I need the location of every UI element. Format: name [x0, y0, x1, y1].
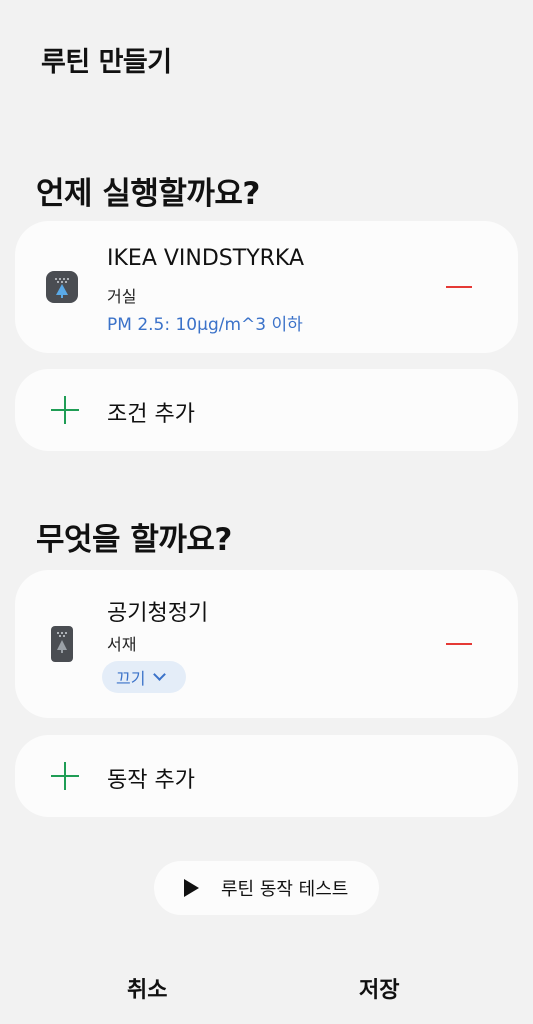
add-condition-label: 조건 추가 [107, 402, 195, 427]
add-action-label: 동작 추가 [107, 768, 195, 793]
chevron-down-icon [153, 668, 167, 681]
what-section-title: 무엇을 할까요? [36, 522, 232, 558]
action-card[interactable]: 공기청정기 서재 끄기 [15, 570, 518, 718]
device-room: 서재 [107, 635, 137, 654]
when-section-title: 언제 실행할까요? [36, 176, 260, 212]
save-button[interactable]: 저장 [359, 972, 399, 1004]
routine-test-button[interactable]: 루틴 동작 테스트 [154, 861, 379, 915]
device-room: 거실 [107, 287, 137, 306]
routine-test-label: 루틴 동작 테스트 [221, 879, 349, 900]
device-name: IKEA VINDSTYRKA [107, 246, 305, 271]
remove-action-button[interactable] [434, 624, 484, 664]
add-condition-button[interactable]: 조건 추가 [15, 369, 518, 451]
remove-condition-button[interactable] [434, 267, 484, 307]
play-icon [184, 879, 199, 897]
minus-icon [446, 286, 472, 288]
air-purifier-icon [51, 626, 73, 662]
condition-card[interactable]: IKEA VINDSTYRKA 거실 PM 2.5: 10µg/m^3 이하 [15, 221, 518, 353]
air-quality-sensor-icon [46, 271, 78, 303]
condition-text[interactable]: PM 2.5: 10µg/m^3 이하 [107, 310, 303, 335]
plus-icon [51, 762, 79, 790]
page-title: 루틴 만들기 [41, 47, 172, 78]
action-dropdown-value: 끄기 [116, 669, 146, 688]
device-name: 공기청정기 [107, 601, 209, 626]
minus-icon [446, 643, 472, 645]
cancel-button[interactable]: 취소 [127, 972, 167, 1004]
add-action-button[interactable]: 동작 추가 [15, 735, 518, 817]
action-dropdown[interactable]: 끄기 [102, 661, 186, 693]
plus-icon [51, 396, 79, 424]
